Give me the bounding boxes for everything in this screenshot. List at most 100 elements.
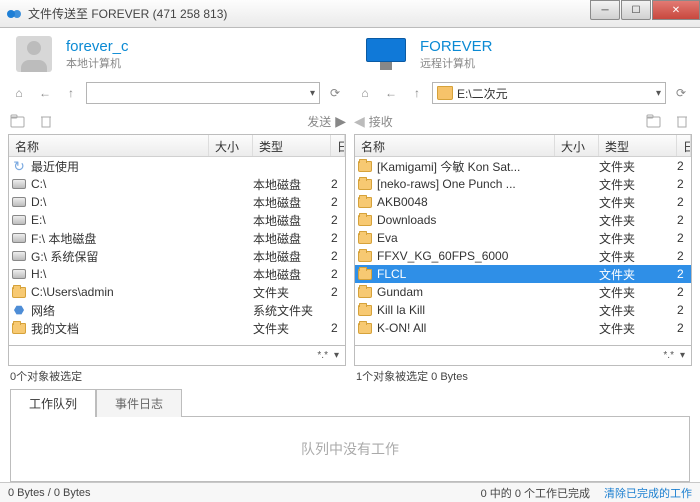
recent-icon: ↻ [11, 159, 27, 173]
item-name: [neko-raws] One Punch ... [377, 177, 555, 191]
remote-list-header[interactable]: 名称 大小 类型 日 [355, 135, 691, 157]
folder-icon [437, 86, 453, 100]
list-item[interactable]: Eva文件夹2 [355, 229, 691, 247]
send-arrow-icon: ▶ [335, 113, 346, 130]
queue-empty-text: 队列中没有工作 [301, 439, 399, 459]
home-icon[interactable]: ⌂ [8, 82, 30, 104]
list-item[interactable]: AKB0048文件夹2 [355, 193, 691, 211]
col-size[interactable]: 大小 [555, 135, 599, 156]
list-item[interactable]: H:\本地磁盘2 [9, 265, 345, 283]
col-date[interactable]: 日 [677, 135, 691, 156]
item-name: H:\ [31, 267, 209, 281]
folder-icon [11, 321, 27, 335]
delete-icon[interactable] [672, 111, 692, 131]
address-text: E:\二次元 [457, 85, 508, 102]
back-icon[interactable]: ← [380, 82, 402, 104]
tab-queue[interactable]: 工作队列 [10, 389, 96, 417]
item-name: FLCL [377, 267, 555, 281]
item-type: 文件夹 [599, 266, 677, 283]
send-button[interactable]: 发送 ▶ [307, 113, 346, 130]
item-date: 2 [677, 177, 691, 191]
item-date: 2 [677, 159, 691, 173]
app-icon [6, 6, 22, 22]
local-address-input[interactable]: ▾ [86, 82, 320, 104]
col-size[interactable]: 大小 [209, 135, 253, 156]
monitor-icon [366, 38, 406, 70]
col-type[interactable]: 类型 [599, 135, 677, 156]
list-item[interactable]: Gundam文件夹2 [355, 283, 691, 301]
local-filter-input[interactable]: *.* ▾ [8, 346, 346, 366]
item-date: 2 [331, 195, 345, 209]
item-type: 本地磁盘 [253, 194, 331, 211]
list-item[interactable]: C:\Users\admin文件夹2 [9, 283, 345, 301]
refresh-icon[interactable]: ⟳ [324, 82, 346, 104]
item-date: 2 [677, 231, 691, 245]
chevron-down-icon[interactable]: ▾ [334, 350, 339, 361]
delete-icon[interactable] [36, 111, 56, 131]
list-item[interactable]: [Kamigami] 今敏 Kon Sat...文件夹2 [355, 157, 691, 175]
up-icon[interactable]: ↑ [60, 82, 82, 104]
item-type: 文件夹 [599, 230, 677, 247]
drive-icon [11, 195, 27, 209]
list-item[interactable]: FFXV_KG_60FPS_6000文件夹2 [355, 247, 691, 265]
queue-panel: 队列中没有工作 [10, 416, 690, 482]
remote-name: FOREVER [420, 38, 493, 55]
receive-button[interactable]: ◀ 接收 [354, 113, 393, 130]
network-icon: ⬣ [11, 303, 27, 317]
list-item[interactable]: FLCL 文件夹2 [355, 265, 691, 283]
maximize-button[interactable]: ☐ [621, 0, 651, 20]
list-item[interactable]: E:\本地磁盘2 [9, 211, 345, 229]
item-name: G:\ 系统保留 [31, 248, 209, 265]
item-type: 文件夹 [599, 302, 677, 319]
item-name: 网络 [31, 302, 209, 319]
drive-icon [11, 177, 27, 191]
home-icon[interactable]: ⌂ [354, 82, 376, 104]
chevron-down-icon[interactable]: ▾ [656, 88, 661, 99]
local-nav: ⌂ ← ↑ ▾ ⟳ [8, 82, 346, 104]
up-icon[interactable]: ↑ [406, 82, 428, 104]
col-date[interactable]: 日 [331, 135, 345, 156]
chevron-down-icon[interactable]: ▾ [680, 350, 685, 361]
col-name[interactable]: 名称 [355, 135, 555, 156]
item-name: 最近使用 [31, 158, 209, 175]
remote-file-list[interactable]: 名称 大小 类型 日 [Kamigami] 今敏 Kon Sat...文件夹2[… [354, 134, 692, 346]
minimize-button[interactable]: ─ [590, 0, 620, 20]
folder-icon [357, 303, 373, 317]
folder-icon [357, 159, 373, 173]
list-item[interactable]: F:\ 本地磁盘本地磁盘2 [9, 229, 345, 247]
chevron-down-icon[interactable]: ▾ [310, 88, 315, 99]
footer-bytes: 0 Bytes / 0 Bytes [8, 487, 91, 499]
local-file-list[interactable]: 名称 大小 类型 日 ↻ 最近使用C:\本地磁盘2D:\本地磁盘2E:\本地磁盘2… [8, 134, 346, 346]
refresh-icon[interactable]: ⟳ [670, 82, 692, 104]
item-name: AKB0048 [377, 195, 555, 209]
item-name: FFXV_KG_60FPS_6000 [377, 249, 555, 263]
list-item[interactable]: ↻ 最近使用 [9, 157, 345, 175]
tab-log[interactable]: 事件日志 [96, 389, 182, 417]
new-folder-icon[interactable] [644, 111, 664, 131]
list-item[interactable]: Kill la Kill文件夹2 [355, 301, 691, 319]
item-date: 2 [677, 321, 691, 335]
item-date: 2 [331, 249, 345, 263]
item-name: [Kamigami] 今敏 Kon Sat... [377, 158, 555, 175]
list-item[interactable]: 我的文档文件夹2 [9, 319, 345, 337]
list-item[interactable]: C:\本地磁盘2 [9, 175, 345, 193]
list-item[interactable]: [neko-raws] One Punch ...文件夹2 [355, 175, 691, 193]
col-name[interactable]: 名称 [9, 135, 209, 156]
new-folder-icon[interactable] [8, 111, 28, 131]
item-date: 2 [677, 267, 691, 281]
col-type[interactable]: 类型 [253, 135, 331, 156]
back-icon[interactable]: ← [34, 82, 56, 104]
item-date: 2 [677, 285, 691, 299]
item-name: C:\Users\admin [31, 285, 209, 299]
local-list-header[interactable]: 名称 大小 类型 日 [9, 135, 345, 157]
list-item[interactable]: Downloads文件夹2 [355, 211, 691, 229]
list-item[interactable]: K-ON! All文件夹2 [355, 319, 691, 337]
item-date: 2 [677, 195, 691, 209]
close-button[interactable]: ✕ [652, 0, 700, 20]
remote-filter-input[interactable]: *.* ▾ [354, 346, 692, 366]
list-item[interactable]: ⬣网络系统文件夹 [9, 301, 345, 319]
list-item[interactable]: G:\ 系统保留本地磁盘2 [9, 247, 345, 265]
clear-completed-link[interactable]: 清除已完成的工作 [604, 485, 692, 501]
remote-address-input[interactable]: E:\二次元 ▾ [432, 82, 666, 104]
list-item[interactable]: D:\本地磁盘2 [9, 193, 345, 211]
